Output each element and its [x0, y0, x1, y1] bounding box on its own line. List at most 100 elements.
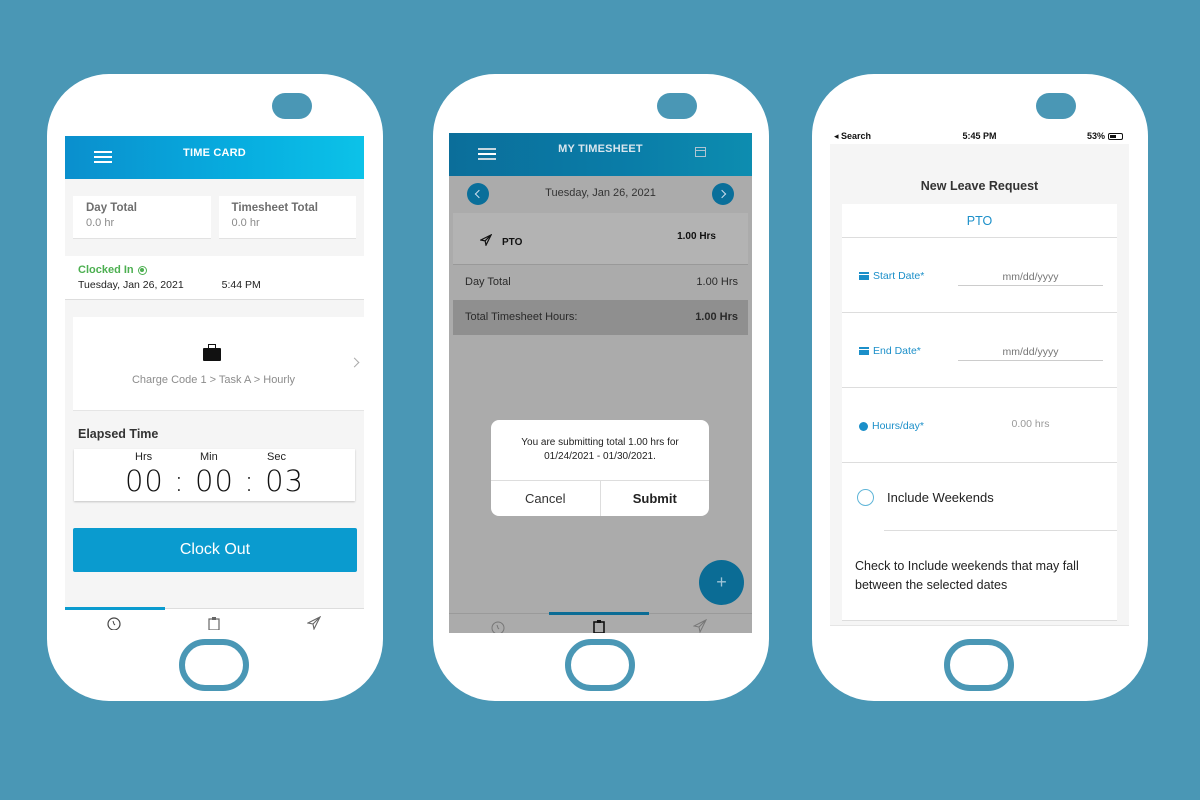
page-title: MY TIMESHEET: [558, 143, 643, 155]
status-dot-icon: [137, 265, 147, 275]
start-date-field: Start Date*: [842, 238, 1117, 313]
calendar-icon: [859, 347, 869, 355]
day-total-value: 1.00 Hrs: [696, 276, 738, 288]
phone-my-timesheet: MY TIMESHEET Tuesday, Jan 26, 2021 PTO 1…: [433, 74, 769, 701]
day-total-label: Day Total: [465, 276, 511, 288]
my-timesheet-screen: MY TIMESHEET Tuesday, Jan 26, 2021 PTO 1…: [449, 133, 752, 633]
tab-bar: [65, 607, 364, 632]
phone-time-card: TIME CARD Day Total 0.0 hr Timesheet Tot…: [47, 74, 383, 701]
hours-per-day-field: Hours/day* 0.00 hrs: [842, 388, 1117, 463]
calendar-icon: [859, 272, 869, 280]
paper-plane-icon: [480, 234, 492, 246]
entry-name: PTO: [502, 237, 523, 248]
hours-per-day-label-text: Hours/day*: [872, 420, 924, 432]
timesheet-total-label: Total Timesheet Hours:: [465, 311, 578, 323]
leave-form: PTO Start Date* End Date* Hours/day*: [842, 204, 1117, 621]
page-title: TIME CARD: [183, 147, 246, 159]
cancel-button[interactable]: Cancel: [491, 481, 600, 516]
timer-unit-hrs: Hrs: [135, 451, 153, 463]
time-card-screen: TIME CARD Day Total 0.0 hr Timesheet Tot…: [65, 136, 364, 632]
home-button[interactable]: [944, 639, 1014, 691]
timesheet-total-label: Timesheet Total: [231, 202, 319, 214]
paper-plane-icon[interactable]: [307, 616, 321, 630]
current-date: Tuesday, Jan 26, 2021: [545, 187, 656, 199]
battery-icon: [1108, 133, 1123, 140]
dialog-message-line1: You are submitting total 1.00 hrs for: [521, 437, 679, 448]
hours-per-day-label: Hours/day*: [859, 420, 924, 432]
clock-in-date: Tuesday, Jan 26, 2021: [78, 279, 184, 291]
phone-speaker: [1036, 93, 1076, 119]
add-entry-button[interactable]: +: [699, 560, 744, 605]
bottom-toolbar: [830, 625, 1129, 635]
start-date-input[interactable]: [958, 268, 1103, 286]
time-card-header: TIME CARD: [65, 136, 364, 179]
timesheet-total-value: 0.0 hr: [231, 217, 260, 229]
elapsed-time-label: Elapsed Time: [78, 427, 159, 441]
page-title: New Leave Request: [920, 179, 1039, 193]
leave-type-selector[interactable]: PTO: [842, 204, 1117, 238]
clock-in-datetime: Tuesday, Jan 26, 2021 5:44 PM: [78, 279, 351, 291]
status-time: 5:45 PM: [962, 131, 997, 141]
start-date-label-text: Start Date*: [873, 270, 925, 282]
timer-unit-min: Min: [200, 451, 218, 463]
phone-speaker: [272, 93, 312, 119]
paper-plane-icon[interactable]: [693, 619, 707, 633]
my-timesheet-header: MY TIMESHEET: [449, 133, 752, 176]
clock-icon[interactable]: [491, 620, 505, 633]
hours-per-day-input[interactable]: 0.00 hrs: [958, 418, 1103, 430]
phone-speaker: [657, 93, 697, 119]
leave-request-screen: ◂ Search 5:45 PM 53% New Leave Request P…: [830, 130, 1129, 635]
end-date-input[interactable]: [958, 343, 1103, 361]
end-date-field: End Date*: [842, 313, 1117, 388]
next-day-button[interactable]: [712, 183, 734, 205]
end-date-label: End Date*: [859, 345, 921, 357]
clock-icon[interactable]: [107, 616, 121, 630]
submit-button[interactable]: Submit: [599, 481, 710, 516]
include-weekends-row[interactable]: Include Weekends: [842, 463, 1117, 531]
day-total-label: Day Total: [86, 202, 137, 214]
ios-status-bar: ◂ Search 5:45 PM 53%: [830, 130, 1129, 144]
day-total-value: 0.0 hr: [86, 217, 115, 229]
chevron-right-icon: [349, 357, 360, 368]
clipboard-icon[interactable]: [207, 616, 221, 630]
dialog-message-line2: 01/24/2021 - 01/30/2021.: [544, 451, 656, 462]
active-tab-indicator: [65, 607, 165, 610]
elapsed-timer: Hrs Min Sec 00 : 00 : 03: [74, 449, 355, 501]
home-button[interactable]: [179, 639, 249, 691]
timesheet-total-value: 1.00 Hrs: [695, 311, 738, 323]
include-weekends-radio[interactable]: [857, 489, 874, 506]
dialog-message: You are submitting total 1.00 hrs for 01…: [491, 420, 709, 481]
battery-percent: 53%: [1086, 131, 1105, 141]
charge-code-path: Charge Code 1 > Task A > Hourly: [131, 374, 296, 386]
clocked-in-text: Clocked In: [78, 264, 134, 276]
timesheet-entry[interactable]: PTO 1.00 Hrs: [453, 213, 748, 265]
active-tab-indicator: [549, 612, 649, 615]
include-weekends-label: Include Weekends: [887, 490, 994, 505]
timer-display: 00 : 00 : 03: [124, 464, 305, 498]
day-total-card: Day Total 0.0 hr: [73, 196, 211, 239]
include-weekends-hint: Check to Include weekends that may fall …: [842, 531, 1117, 621]
entry-hours: 1.00 Hrs: [677, 231, 716, 242]
timesheet-total-row: Total Timesheet Hours: 1.00 Hrs: [453, 300, 748, 335]
home-button[interactable]: [565, 639, 635, 691]
timer-unit-sec: Sec: [267, 451, 286, 463]
phone-leave-request: ◂ Search 5:45 PM 53% New Leave Request P…: [812, 74, 1148, 701]
clipboard-icon[interactable]: [592, 619, 606, 633]
briefcase-icon: [203, 344, 221, 361]
divider: [884, 530, 1117, 531]
calendar-icon[interactable]: [695, 147, 706, 157]
clock-out-button[interactable]: Clock Out: [73, 528, 357, 572]
totals-row: Day Total 0.0 hr Timesheet Total 0.0 hr: [65, 179, 364, 239]
charge-code-selector[interactable]: Charge Code 1 > Task A > Hourly: [73, 317, 364, 411]
start-date-label: Start Date*: [859, 270, 924, 282]
timesheet-total-card: Timesheet Total 0.0 hr: [218, 196, 356, 239]
clock-in-time: 5:44 PM: [221, 279, 261, 291]
day-total-row: Day Total 1.00 Hrs: [449, 265, 752, 300]
dialog-buttons: Cancel Submit: [491, 481, 709, 516]
submit-confirm-dialog: You are submitting total 1.00 hrs for 01…: [491, 420, 709, 516]
clock-status: Clocked In Tuesday, Jan 26, 2021 5:44 PM: [65, 256, 364, 300]
end-date-label-text: End Date*: [873, 345, 921, 357]
clocked-in-label: Clocked In: [78, 264, 351, 276]
clock-icon: [859, 421, 868, 431]
tab-bar: [449, 612, 752, 633]
